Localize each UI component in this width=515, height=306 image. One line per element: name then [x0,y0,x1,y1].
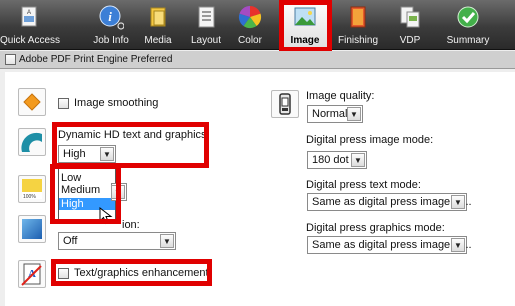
chevron-down-icon[interactable]: ▼ [160,234,174,248]
text-enhancement-checkbox[interactable] [58,268,69,279]
digital-press-graphics-mode-label: Digital press graphics mode: [306,222,445,234]
tab-layout[interactable]: Layout [184,0,228,50]
image-quality-value: Normal [312,108,348,120]
chevron-down-icon[interactable]: ▼ [451,195,465,209]
digital-press-graphics-mode-select[interactable]: Same as digital press image m... ▼ [307,236,472,254]
resolution-label: ion: [122,219,140,231]
dynamic-hd-icon [21,132,42,152]
image-quality-select[interactable]: Normal ▼ [307,105,363,123]
image-quality-label: Image quality: [306,90,375,102]
image-settings-panel: Image smoothing Dynamic HD text and grap… [5,72,515,306]
image-smoothing-checkbox[interactable] [58,98,69,109]
chevron-down-icon[interactable]: ▼ [347,107,361,121]
pdf-engine-label: Adobe PDF Print Engine Preferred [19,54,173,65]
color-icon [238,5,262,29]
dropdown-option-low[interactable]: Low [59,172,115,184]
layout-icon [198,6,215,28]
image-icon [294,7,316,26]
text-enhancement-label: Text/graphics enhancement [74,267,209,279]
dynamic-hd-value: High [63,148,86,160]
digital-press-text-mode-select[interactable]: Same as digital press image m... ▼ [307,193,472,211]
image-smoothing-label: Image smoothing [74,97,159,109]
dynamic-hd-icon-box [18,128,46,156]
finishing-icon [350,6,366,28]
digital-press-image-mode-value: 180 dot [312,154,349,166]
tab-image[interactable]: Image [282,0,328,50]
hidden-select[interactable]: ▼ [111,183,127,201]
mouse-cursor-icon [99,207,113,225]
vdp-icon [400,6,420,28]
media-icon [150,7,166,27]
chevron-down-icon[interactable]: ▼ [351,153,365,167]
chevron-down-icon[interactable]: ▼ [100,147,114,161]
dropdown-option-off[interactable]: Off [59,165,115,172]
hidden-select-icon: 100% [22,179,42,200]
pdf-engine-strip: Adobe PDF Print Engine Preferred [0,51,515,69]
tab-label: Finishing [337,35,379,46]
tab-label: Summary [446,35,490,46]
tab-color[interactable]: Color [230,0,270,50]
digital-press-image-mode-select[interactable]: 180 dot ▼ [307,151,367,169]
image-smoothing-icon-box [18,88,46,116]
digital-press-graphics-mode-value: Same as digital press image m... [312,239,472,251]
digital-press-image-mode-label: Digital press image mode: [306,134,434,146]
digital-press-text-mode-value: Same as digital press image m... [312,196,472,208]
summary-icon [457,6,479,28]
dynamic-hd-label: Dynamic HD text and graphics: [58,129,210,141]
tab-vdp[interactable]: VDP [390,0,430,50]
digital-press-text-mode-label: Digital press text mode: [306,179,421,191]
quick-access-icon: A [21,6,37,27]
printer-icon [279,93,291,115]
tab-quick-access[interactable]: A Quick Access [0,0,61,50]
resolution-icon [22,219,42,239]
dropdown-option-medium[interactable]: Medium [59,184,115,196]
tab-label: Color [238,35,262,46]
chevron-down-icon[interactable]: ▼ [451,238,465,252]
tab-label: Media [144,35,172,46]
resolution-icon-box [18,215,46,243]
tab-finishing[interactable]: Finishing [334,0,382,50]
text-enhancement-icon: A [21,263,42,286]
toolbar: A Quick Access i Job Info Media Layout C… [0,0,515,50]
tab-label: Layout [190,35,222,46]
tab-label: Image [290,35,320,46]
tab-media[interactable]: Media [136,0,180,50]
tab-job-info[interactable]: i Job Info [88,0,134,50]
svg-text:A: A [27,10,31,16]
hidden-select-icon-box: 100% [18,175,46,203]
image-quality-icon-box [271,90,299,118]
tab-label: Quick Access [0,35,61,46]
text-enhancement-icon-box: A [18,260,46,288]
pdf-engine-checkbox[interactable] [5,54,16,65]
diamond-icon [23,93,41,111]
tab-summary[interactable]: Summary [440,0,496,50]
tab-label: Job Info [93,35,129,46]
chevron-down-icon[interactable]: ▼ [111,185,125,199]
resolution-select[interactable]: Off ▼ [58,232,176,250]
resolution-value: Off [63,235,78,247]
svg-text:i: i [108,9,112,24]
job-info-icon: i [99,5,124,30]
dynamic-hd-select[interactable]: High ▼ [58,145,116,163]
svg-text:100%: 100% [23,194,36,200]
tab-label: VDP [399,35,421,46]
